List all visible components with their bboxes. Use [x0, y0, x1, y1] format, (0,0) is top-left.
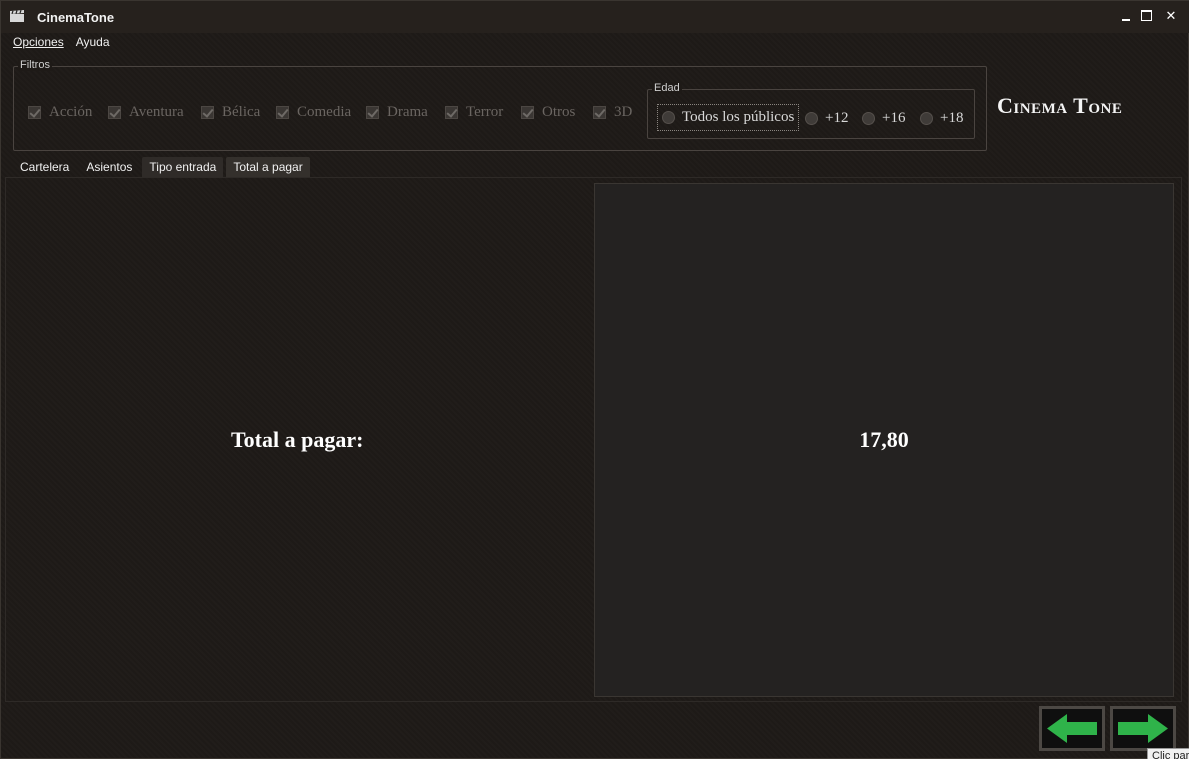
back-button[interactable] [1039, 706, 1105, 751]
close-icon: ✕ [1165, 8, 1177, 23]
checkbox-checked-icon [445, 106, 458, 119]
right-arrow-icon [1118, 714, 1168, 743]
radio-icon [862, 112, 875, 125]
age-radio-12[interactable]: +12 [805, 110, 848, 127]
close-button[interactable]: ✕ [1164, 9, 1178, 23]
checkbox-checked-icon [28, 106, 41, 119]
genre-label: 3D [614, 104, 633, 120]
radio-icon [805, 112, 818, 125]
clapperboard-icon [10, 10, 24, 22]
app-window: CinemaTone ✕ Opciones Ayuda Filtros Acci… [0, 0, 1189, 759]
tab-tipo-entrada[interactable]: Tipo entrada [142, 157, 224, 177]
left-arrow-icon [1047, 714, 1097, 743]
genre-checkbox-aventura[interactable]: Aventura [108, 104, 184, 121]
brand-logo-text: Cinema Tone [997, 93, 1123, 118]
tab-asientos[interactable]: Asientos [79, 157, 139, 177]
checkbox-checked-icon [276, 106, 289, 119]
radio-icon [662, 111, 675, 124]
genre-checkbox-belica[interactable]: Bélica [201, 104, 260, 121]
total-panel: 17,80 [594, 183, 1174, 697]
age-radio-todos[interactable]: Todos los públicos [656, 104, 800, 131]
genre-label: Aventura [129, 104, 184, 120]
age-option-label: +12 [825, 110, 849, 126]
age-option-label: +16 [882, 110, 906, 126]
tab-total-a-pagar[interactable]: Total a pagar [226, 157, 310, 177]
genre-label: Terror [466, 104, 504, 120]
tab-cartelera[interactable]: Cartelera [13, 157, 76, 177]
menu-bar: Opciones Ayuda [1, 33, 1189, 53]
tooltip: Clic par [1147, 748, 1189, 759]
window-title: CinemaTone [37, 10, 115, 25]
genre-label: Comedia [297, 104, 352, 120]
age-group: Edad Todos los públicos +12 +16 +18 [647, 82, 975, 139]
minimize-button[interactable] [1119, 9, 1133, 23]
checkbox-checked-icon [366, 106, 379, 119]
age-legend: Edad [652, 82, 682, 94]
age-option-label: Todos los públicos [682, 109, 795, 125]
checkbox-checked-icon [108, 106, 121, 119]
genre-checkbox-terror[interactable]: Terror [445, 104, 503, 121]
menu-opciones-label: Opciones [13, 35, 64, 49]
checkbox-checked-icon [593, 106, 606, 119]
genre-label: Bélica [222, 104, 261, 120]
total-value: 17,80 [859, 427, 909, 452]
menu-ayuda-label: Ayuda [75, 35, 110, 49]
filters-legend: Filtros [18, 59, 52, 71]
menu-opciones[interactable]: Opciones [1, 33, 70, 53]
total-label: Total a pagar: [231, 427, 364, 452]
checkbox-checked-icon [201, 106, 214, 119]
checkbox-checked-icon [521, 106, 534, 119]
genre-label: Acción [49, 104, 93, 120]
minimize-icon [1122, 19, 1130, 21]
filters-group: Filtros Acción Aventura Bélica Comedia D… [13, 59, 987, 151]
title-bar[interactable]: CinemaTone ✕ [1, 1, 1189, 33]
genre-checkbox-otros[interactable]: Otros [521, 104, 575, 121]
genre-label: Drama [387, 104, 428, 120]
radio-icon [920, 112, 933, 125]
genre-label: Otros [542, 104, 576, 120]
maximize-icon [1141, 10, 1152, 21]
menu-ayuda[interactable]: Ayuda [70, 33, 116, 53]
genre-checkbox-3d[interactable]: 3D [593, 104, 632, 121]
maximize-button[interactable] [1139, 9, 1153, 23]
next-button[interactable] [1110, 706, 1176, 751]
genre-checkbox-drama[interactable]: Drama [366, 104, 428, 121]
age-option-label: +18 [940, 110, 964, 126]
tab-bar: Cartelera Asientos Tipo entrada Total a … [13, 157, 310, 177]
genre-checkbox-comedia[interactable]: Comedia [276, 104, 351, 121]
age-radio-16[interactable]: +16 [862, 110, 905, 127]
genre-checkbox-accion[interactable]: Acción [28, 104, 92, 121]
age-radio-18[interactable]: +18 [920, 110, 963, 127]
